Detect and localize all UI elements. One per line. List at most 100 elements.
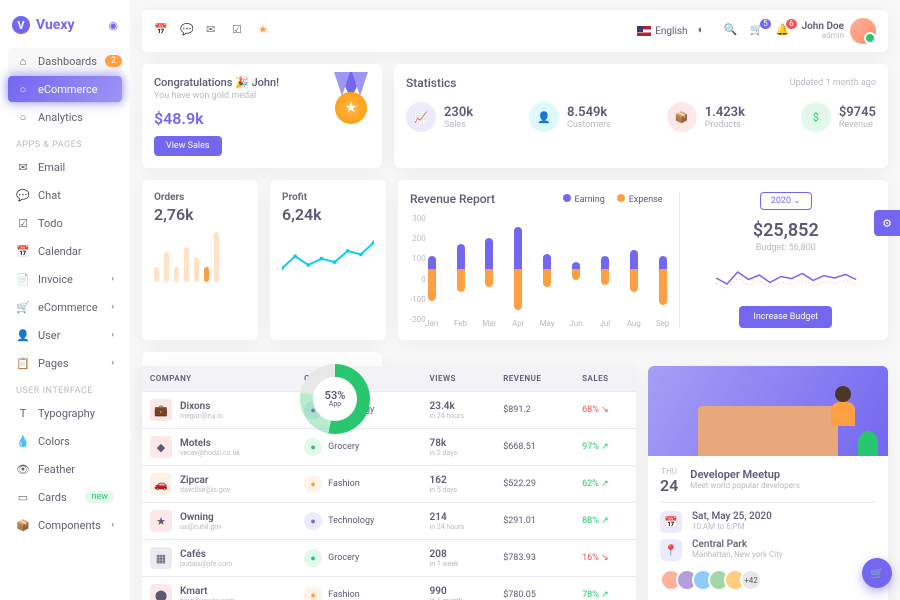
brand-logo[interactable]: V Vuexy ◉ xyxy=(8,12,122,38)
earnings-donut: 53%App xyxy=(300,364,370,434)
sidebar-item-user[interactable]: 👤User› xyxy=(8,322,122,348)
sidebar-item-feather[interactable]: 👁 Feather xyxy=(8,456,122,482)
sidebar-item-components[interactable]: 📦Components› xyxy=(8,512,122,538)
table-row[interactable]: ⬤Kmartbipri@cawiw.com ●Fashion 990in 1 m… xyxy=(142,577,636,600)
sidebar-item-ecommerce[interactable]: ○ eCommerce xyxy=(8,76,122,102)
brand-name: Vuexy xyxy=(36,17,75,33)
revenue-card: Revenue Report EarningExpense 3002001000… xyxy=(398,180,888,340)
sidebar-item-email[interactable]: ✉Email xyxy=(8,154,122,180)
sidebar-item-analytics[interactable]: ○ Analytics xyxy=(8,104,122,130)
user-icon: 👤 xyxy=(529,102,559,132)
home-icon: ⌂ xyxy=(16,54,30,68)
sidebar-item-dashboards[interactable]: ⌂ Dashboards 2 ⌄ xyxy=(8,48,122,74)
profit-title: Profit xyxy=(282,192,374,203)
meetup-location-sub: Manhattan, New york City xyxy=(692,550,783,559)
nav-section-ui: USER INTERFACE xyxy=(8,378,122,400)
logo-icon: V xyxy=(12,16,30,34)
trend-icon: 📈 xyxy=(406,102,436,132)
eye-icon: 👁 xyxy=(16,462,30,476)
sidebar-item-chat[interactable]: 💬Chat xyxy=(8,182,122,208)
sidebar-item-pages[interactable]: 📋Pages› xyxy=(8,350,122,376)
settings-fab[interactable]: ⚙ xyxy=(874,210,900,236)
topbar: 📅 💬 ✉ ☑ ★ English ◐ 🔍 🛒5 🔔6 John Doeadmi… xyxy=(142,10,888,52)
view-sales-button[interactable]: View Sales xyxy=(154,136,222,156)
sidebar-collapse-icon[interactable]: ◉ xyxy=(108,19,118,32)
circle-icon: ○ xyxy=(16,110,30,124)
buy-fab[interactable]: 🛒 xyxy=(862,558,892,588)
meetup-location: Central Park xyxy=(692,539,783,550)
attendee-avatars[interactable]: +42 xyxy=(660,569,876,591)
language-label: English xyxy=(655,26,687,37)
sidebar-item-todo[interactable]: ☑Todo xyxy=(8,210,122,236)
stat-revenue: $$9745Revenue xyxy=(801,102,876,132)
todo-icon[interactable]: ☑ xyxy=(232,23,248,39)
nav-label: Pages xyxy=(38,357,69,370)
new-badge: new xyxy=(85,491,114,503)
revenue-budget: Budget: 56,800 xyxy=(696,243,876,253)
card-icon: ▭ xyxy=(16,490,30,504)
orders-value: 2,76k xyxy=(154,205,246,224)
user-role: admin xyxy=(802,32,844,41)
user-icon: 👤 xyxy=(16,328,30,342)
nav-label: Invoice xyxy=(38,273,73,286)
company-table: COMPANYCATEGORYVIEWSREVENUESALES 💼Dixons… xyxy=(142,366,636,600)
stats-title: Statistics xyxy=(406,76,456,90)
stat-label: Customers xyxy=(567,120,611,130)
search-icon[interactable]: 🔍 xyxy=(724,23,740,39)
meetup-date-text: Sat, May 25, 2020 xyxy=(692,511,772,522)
sidebar-item-calendar[interactable]: 📅Calendar xyxy=(8,238,122,264)
dark-mode-icon[interactable]: ◐ xyxy=(698,23,714,39)
box-icon: 📦 xyxy=(667,102,697,132)
stat-label: Products xyxy=(705,120,745,130)
meetup-sub: Meet world popular developers xyxy=(690,481,800,490)
budget-sparkline xyxy=(696,263,876,293)
avatar xyxy=(850,18,876,44)
table-row[interactable]: 💼Dixonsmeguc@ruj.io ●Technology 23.4kin … xyxy=(142,392,636,429)
medal-icon: ★ xyxy=(330,72,372,126)
revenue-legend: EarningExpense xyxy=(563,194,663,205)
chevron-right-icon: › xyxy=(111,274,114,284)
sidebar-item-colors[interactable]: 💧Colors xyxy=(8,428,122,454)
orders-chart xyxy=(154,232,246,282)
mail-icon[interactable]: ✉ xyxy=(206,23,222,39)
nav-label: Components xyxy=(38,519,101,532)
chevron-right-icon: › xyxy=(111,520,114,530)
user-menu[interactable]: John Doeadmin xyxy=(802,18,876,44)
pin-icon: 📍 xyxy=(660,539,682,561)
cart-icon[interactable]: 🛒5 xyxy=(750,23,766,39)
congrats-card: Congratulations 🎉 John! You have won gol… xyxy=(142,64,382,168)
language-selector[interactable]: English xyxy=(637,26,687,37)
table-row[interactable]: ◆Motelsvecav@hodzi.co.uk ●Grocery 78kin … xyxy=(142,429,636,466)
stat-label: Revenue xyxy=(839,120,876,130)
type-icon: T xyxy=(16,406,30,420)
nav-label: Feather xyxy=(38,463,75,476)
table-row[interactable]: ★Owningus@cuhil.gov ●Technology 214in 24… xyxy=(142,503,636,540)
stat-products: 📦 1.423kProducts xyxy=(667,102,745,132)
table-row[interactable]: ▦Caféspudais@jife.com ●Grocery 208in 1 w… xyxy=(142,540,636,577)
chevron-right-icon: › xyxy=(111,302,114,312)
chevron-right-icon: › xyxy=(111,330,114,340)
sidebar-item-typography[interactable]: TTypography xyxy=(8,400,122,426)
bell-icon[interactable]: 🔔6 xyxy=(776,23,792,39)
stat-value: 1.423k xyxy=(705,105,745,120)
nav-label: Cards xyxy=(38,491,67,504)
avatar-more: +42 xyxy=(740,569,762,591)
bell-badge: 6 xyxy=(786,19,797,29)
table-row[interactable]: 🚗Zipcardavcilse@is.gov ●Fashion 162in 5 … xyxy=(142,466,636,503)
chat-icon[interactable]: 💬 xyxy=(180,23,196,39)
cart-icon: 🛒 xyxy=(16,300,30,314)
chat-icon: 💬 xyxy=(16,188,30,202)
star-icon[interactable]: ★ xyxy=(258,23,274,39)
year-selector[interactable]: 2020 ⌄ xyxy=(760,192,812,210)
sidebar-item-invoice[interactable]: 📄Invoice› xyxy=(8,266,122,292)
sidebar-item-ecommerce-app[interactable]: 🛒eCommerce› xyxy=(8,294,122,320)
sidebar: V Vuexy ◉ ⌂ Dashboards 2 ⌄ ○ eCommerce ○… xyxy=(0,0,130,600)
stat-label: Sales xyxy=(444,120,473,130)
calendar-icon[interactable]: 📅 xyxy=(154,23,170,39)
sidebar-item-cards[interactable]: ▭ Cards new xyxy=(8,484,122,510)
profit-card: Profit 6,24k xyxy=(270,180,386,340)
stat-value: 8.549k xyxy=(567,105,611,120)
flag-icon xyxy=(637,26,651,36)
chevron-right-icon: › xyxy=(111,358,114,368)
increase-budget-button[interactable]: Increase Budget xyxy=(739,306,832,328)
